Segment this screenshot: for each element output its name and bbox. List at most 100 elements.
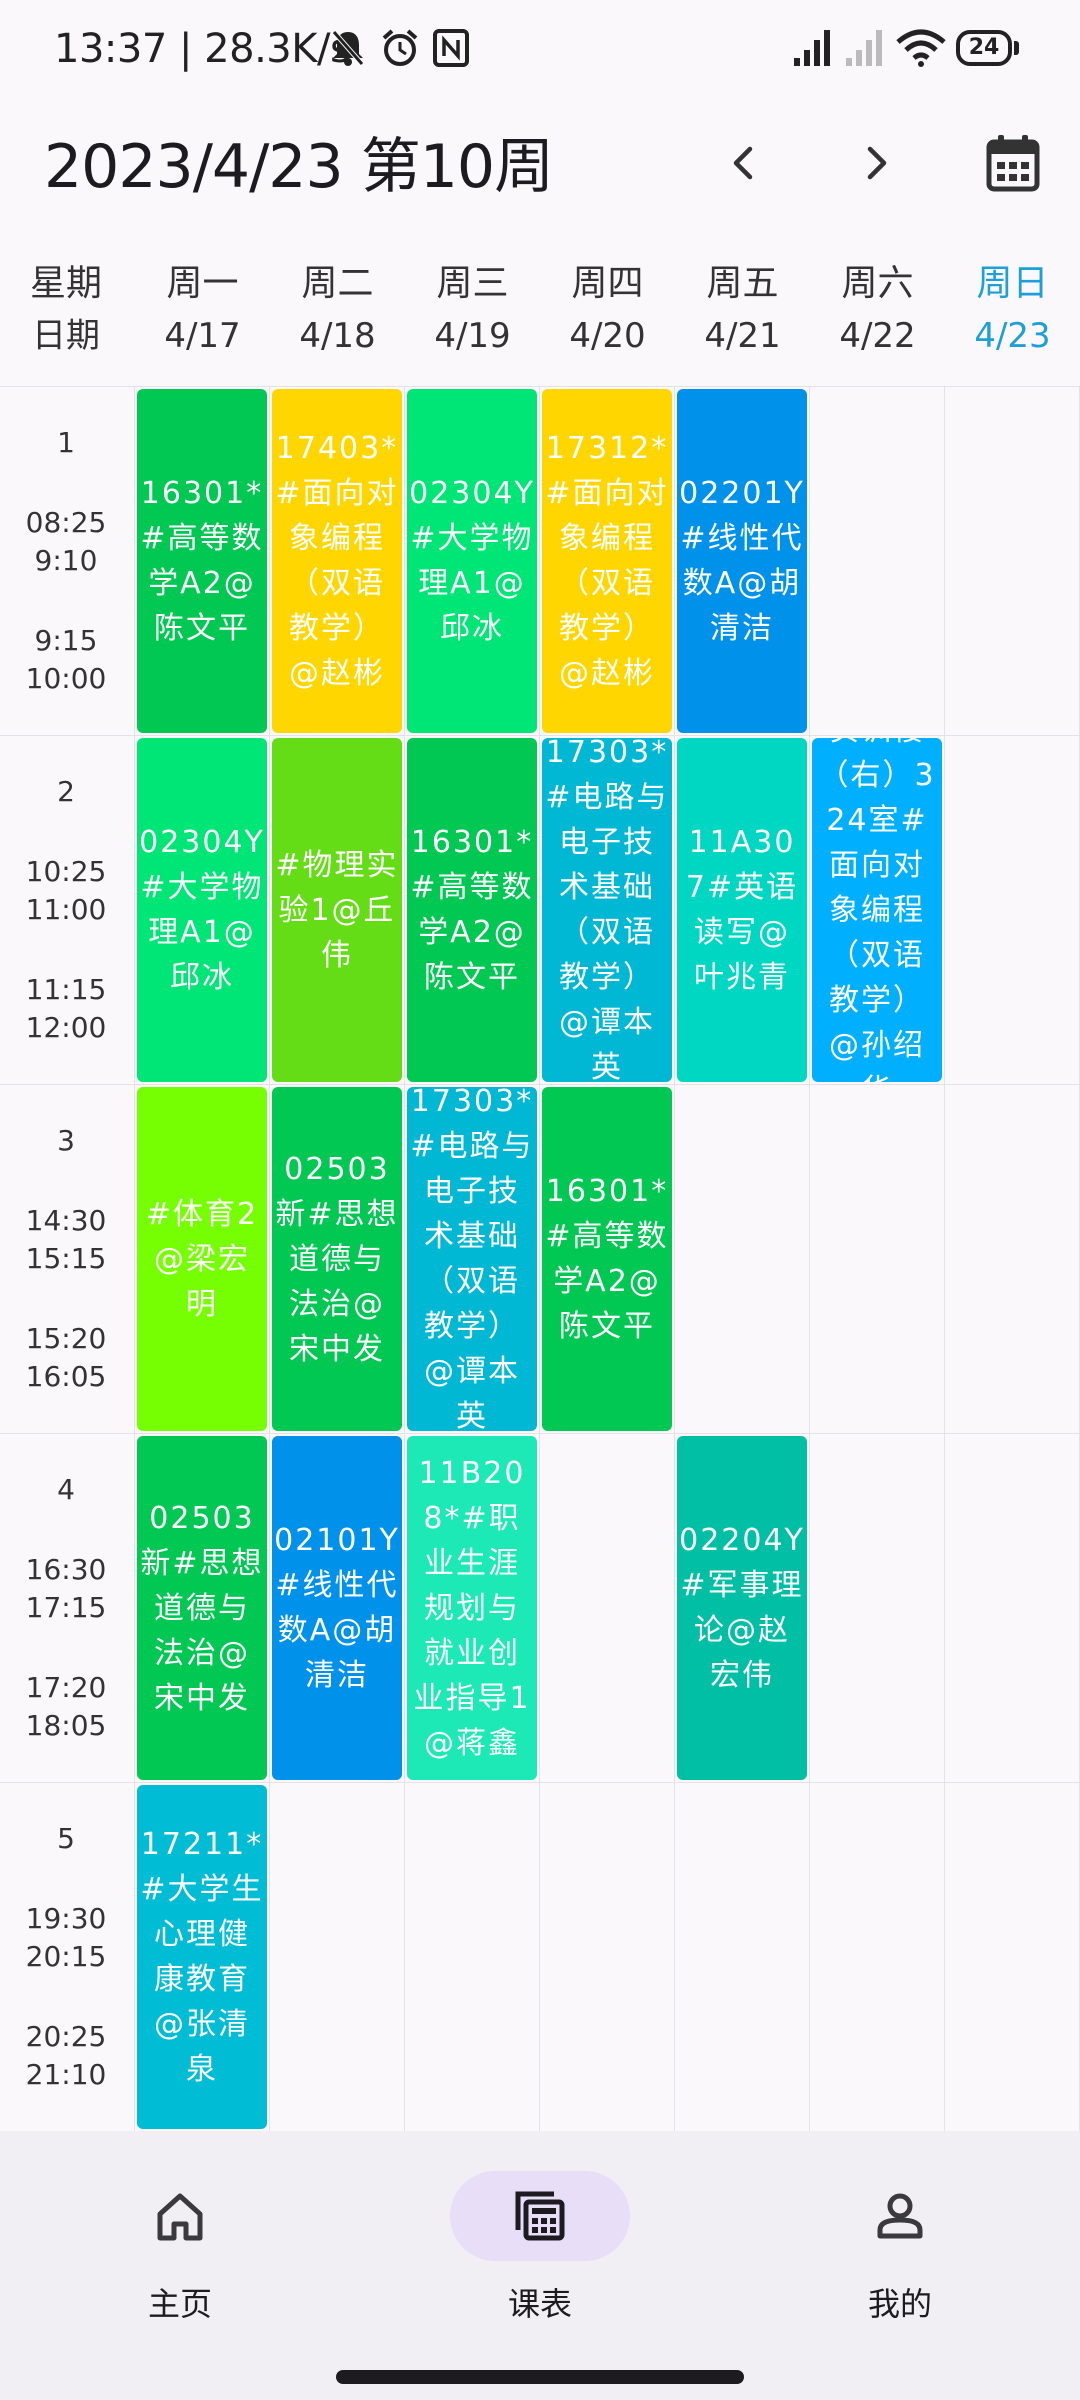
period-number: 2	[57, 775, 75, 808]
course-text: 17403*#面向对象编程（双语教学）@赵彬	[275, 431, 399, 691]
battery-icon: 24	[956, 30, 1012, 66]
battery-tip	[1014, 41, 1019, 55]
period-start-time: 10:25	[25, 855, 107, 888]
course-block[interactable]: 17312*#面向对象编程（双语教学）@赵彬	[542, 389, 672, 733]
course-text: 02101Y#线性代数A@胡清洁	[274, 1523, 400, 1693]
grid-column-divider	[809, 386, 810, 2131]
status-bar: 13:37 | 28.3K/s 24	[0, 0, 1080, 100]
grid-row-divider	[0, 386, 1080, 387]
wifi-icon	[896, 28, 946, 72]
nfc-icon	[432, 28, 470, 72]
course-block[interactable]: 实训楼（右）324室#面向对象编程（双语教学）@孙绍华	[812, 738, 942, 1082]
period-label: 2 10:25 11:00 11:15 12:00	[0, 735, 132, 1084]
course-block[interactable]: 02204Y#军事理论@赵宏伟	[677, 1436, 807, 1780]
period-end-time: 21:10	[25, 2058, 107, 2091]
corner-header: 星期 日期	[0, 258, 132, 362]
period-label: 1 08:25 9:10 9:15 10:00	[0, 386, 132, 735]
course-text: 16301*#高等数学A2@陈文平	[140, 476, 264, 646]
course-block[interactable]: 02304Y#大学物理A1@邱冰	[407, 389, 537, 733]
course-text: 11A307#英语读写@叶兆青	[685, 825, 799, 995]
nav-timetable-label[interactable]: 课表	[440, 2279, 640, 2325]
day-name: 周四	[571, 263, 644, 304]
period-end-time: 16:05	[25, 1360, 107, 1393]
course-block[interactable]: 02503新#思想道德与法治@宋中发	[272, 1087, 402, 1431]
nav-home-label[interactable]: 主页	[80, 2279, 280, 2325]
course-block[interactable]: 17211*#大学生心理健康教育@张清泉	[137, 1785, 267, 2129]
next-week-button[interactable]	[842, 130, 912, 200]
course-text: 02503新#思想道德与法治@宋中发	[140, 1500, 264, 1716]
course-text: 16301*#高等数学A2@陈文平	[545, 1174, 669, 1344]
course-block[interactable]: 02304Y#大学物理A1@邱冰	[137, 738, 267, 1082]
course-block[interactable]: 17403*#面向对象编程（双语教学）@赵彬	[272, 389, 402, 733]
course-block[interactable]: 11B208*#职业生涯规划与就业创业指导1@蒋鑫	[407, 1436, 537, 1780]
corner-date-label: 日期	[32, 316, 100, 356]
day-header: 周四 4/20	[540, 258, 675, 362]
course-text: #体育2@梁宏明	[145, 1196, 259, 1322]
timetable-icon	[510, 2191, 570, 2250]
page-title: 2023/4/23 第10周	[44, 132, 554, 202]
period-mid-start-time: 11:15	[25, 973, 107, 1006]
course-block[interactable]: 02201Y#线性代数A@胡清洁	[677, 389, 807, 733]
period-mid-end-time: 9:10	[34, 544, 98, 577]
nav-timetable[interactable]	[440, 2171, 640, 2250]
day-date: 4/19	[434, 316, 511, 356]
nav-home[interactable]	[80, 2171, 280, 2250]
grid-row-divider	[0, 1782, 1080, 1783]
day-header: 周三 4/19	[405, 258, 540, 362]
period-mid-start-time: 15:20	[25, 1322, 107, 1355]
day-date: 4/18	[299, 316, 376, 356]
chevron-left-icon	[728, 143, 758, 187]
course-block[interactable]: 17303*#电路与电子技术基础（双语教学）@谭本英	[407, 1087, 537, 1431]
person-icon	[870, 2193, 930, 2250]
day-name: 周三	[436, 263, 509, 304]
course-text: 02204Y#军事理论@赵宏伟	[679, 1523, 805, 1693]
day-name: 周一	[166, 263, 239, 304]
prev-week-button[interactable]	[708, 130, 778, 200]
period-mid-end-time: 11:00	[25, 893, 107, 926]
course-block[interactable]: 02101Y#线性代数A@胡清洁	[272, 1436, 402, 1780]
course-text: 02304Y#大学物理A1@邱冰	[409, 476, 535, 646]
course-text: 实训楼（右）324室#面向对象编程（双语教学）@孙绍华	[818, 738, 936, 1082]
course-block[interactable]: 11A307#英语读写@叶兆青	[677, 738, 807, 1082]
grid-column-divider	[674, 386, 675, 2131]
battery-level: 24	[968, 35, 1000, 60]
course-text: 11B208*#职业生涯规划与就业创业指导1@蒋鑫	[413, 1455, 531, 1761]
timetable-grid: 1 08:25 9:10 9:15 10:00 2 10:25 11:00 11:15 12:00…	[0, 386, 1080, 2132]
period-start-time: 08:25	[25, 506, 107, 539]
period-end-time: 18:05	[25, 1709, 107, 1742]
day-date: 4/21	[704, 316, 781, 356]
course-text: 17303*#电路与电子技术基础（双语教学）@谭本英	[545, 738, 669, 1082]
home-indicator[interactable]	[336, 2370, 744, 2384]
course-block[interactable]: 16301*#高等数学A2@陈文平	[137, 389, 267, 733]
calendar-icon	[986, 134, 1040, 196]
grid-column-divider	[539, 386, 540, 2131]
day-name: 周五	[706, 263, 779, 304]
day-header: 周五 4/21	[675, 258, 810, 362]
calendar-button[interactable]	[978, 130, 1048, 200]
period-end-time: 10:00	[25, 662, 107, 695]
day-header: 周一 4/17	[135, 258, 270, 362]
period-mid-start-time: 9:15	[34, 624, 98, 657]
day-header: 周日 4/23	[945, 258, 1080, 362]
course-block[interactable]: 16301*#高等数学A2@陈文平	[542, 1087, 672, 1431]
grid-row-divider	[0, 1084, 1080, 1085]
corner-weekday-label: 星期	[29, 263, 102, 304]
period-end-time: 12:00	[25, 1011, 107, 1044]
course-block[interactable]: 16301*#高等数学A2@陈文平	[407, 738, 537, 1082]
course-block[interactable]: #体育2@梁宏明	[137, 1087, 267, 1431]
period-label: 5 19:30 20:15 20:25 21:10	[0, 1782, 132, 2131]
day-header: 周二 4/18	[270, 258, 405, 362]
day-name: 周二	[301, 263, 374, 304]
course-block[interactable]: 17303*#电路与电子技术基础（双语教学）@谭本英	[542, 738, 672, 1082]
period-number: 1	[57, 426, 75, 459]
status-time: 13:37 | 28.3K/s	[54, 26, 351, 72]
nav-profile-label[interactable]: 我的	[800, 2279, 1000, 2325]
mute-bell-icon	[330, 28, 366, 72]
bottom-navigation: 主页 课表 我的	[0, 2131, 1080, 2400]
course-block[interactable]: 02503新#思想道德与法治@宋中发	[137, 1436, 267, 1780]
course-text: 17312*#面向对象编程（双语教学）@赵彬	[545, 431, 669, 691]
nav-profile[interactable]	[800, 2171, 1000, 2250]
day-name: 周日	[976, 263, 1049, 304]
course-block[interactable]: #物理实验1@丘伟	[272, 738, 402, 1082]
course-text: 17303*#电路与电子技术基础（双语教学）@谭本英	[410, 1087, 534, 1431]
